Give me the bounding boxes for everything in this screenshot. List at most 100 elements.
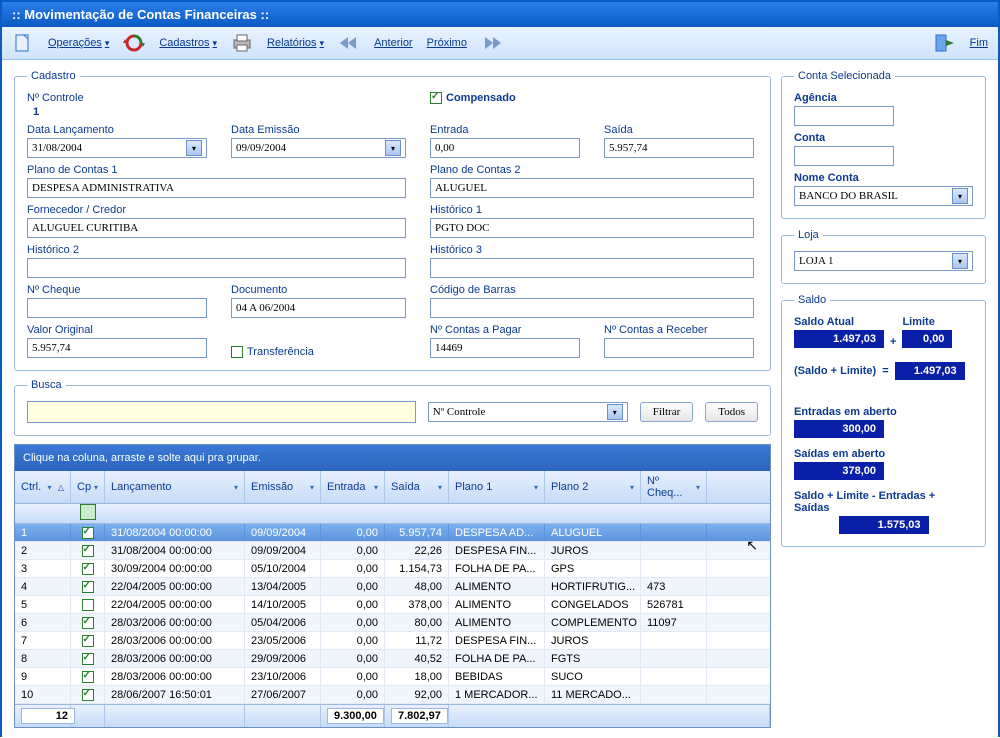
link-proximo[interactable]: Próximo <box>427 37 467 49</box>
menu-cadastros[interactable]: Cadastros <box>159 37 217 49</box>
combo-data-lancamento[interactable]: 31/08/2004▾ <box>27 138 207 158</box>
window-titlebar: :: Movimentação de Contas Financeiras :: <box>2 2 998 27</box>
combo-data-emissao[interactable]: 09/09/2004▾ <box>231 138 406 158</box>
value-controle: 1 <box>33 106 39 118</box>
input-saida[interactable] <box>604 138 754 158</box>
check-icon <box>430 92 442 104</box>
row-checkbox[interactable] <box>82 527 94 539</box>
col-entrada[interactable]: Entrada▾ <box>321 471 385 503</box>
input-hist1[interactable] <box>430 218 754 238</box>
input-barras[interactable] <box>430 298 754 318</box>
label-controle: Nº Controle <box>27 92 406 104</box>
value-saldo-atual: 1.497,03 <box>794 330 884 348</box>
fieldset-busca: Busca Nº Controle▾ Filtrar Todos <box>14 379 771 436</box>
row-checkbox[interactable] <box>82 671 94 683</box>
table-row[interactable]: 928/03/2006 00:00:0023/10/20060,0018,00B… <box>15 668 770 686</box>
link-fim[interactable]: Fim <box>970 37 988 49</box>
col-lancamento[interactable]: Lançamento▾ <box>105 471 245 503</box>
col-plano2[interactable]: Plano 2▾ <box>545 471 641 503</box>
chevron-down-icon: ▾ <box>186 140 202 156</box>
col-ctrl[interactable]: Ctrl.▾ <box>15 471 71 503</box>
table-row[interactable]: 422/04/2005 00:00:0013/04/20050,0048,00A… <box>15 578 770 596</box>
new-icon[interactable] <box>12 32 34 54</box>
col-cheque[interactable]: Nº Cheq...▾ <box>641 471 707 503</box>
input-hist3[interactable] <box>430 258 754 278</box>
value-saldo-limite: 1.497,03 <box>895 362 965 380</box>
row-checkbox[interactable] <box>82 689 94 701</box>
row-checkbox[interactable] <box>82 581 94 593</box>
legend-cadastro: Cadastro <box>27 70 80 82</box>
table-row[interactable]: 728/03/2006 00:00:0023/05/20060,0011,72D… <box>15 632 770 650</box>
value-limite: 0,00 <box>902 330 952 348</box>
table-row[interactable]: 628/03/2006 00:00:0005/04/20060,0080,00A… <box>15 614 770 632</box>
input-entrada[interactable] <box>430 138 580 158</box>
exit-icon[interactable] <box>934 32 956 54</box>
fieldset-cadastro: Cadastro Nº Controle 1 Compensado Data L… <box>14 70 771 371</box>
group-hint[interactable]: Clique na coluna, arraste e solte aqui p… <box>15 445 770 471</box>
value-entradas-aberto: 300,00 <box>794 420 884 438</box>
col-cp[interactable]: Cp▾ <box>71 471 105 503</box>
footer-count: 12 <box>21 708 75 724</box>
input-plano1[interactable] <box>27 178 406 198</box>
row-checkbox[interactable] <box>82 563 94 575</box>
table-row[interactable]: 522/04/2005 00:00:0014/10/20050,00378,00… <box>15 596 770 614</box>
col-plano1[interactable]: Plano 1▾ <box>449 471 545 503</box>
input-plano2[interactable] <box>430 178 754 198</box>
grid-header: Ctrl.▾ Cp▾ Lançamento▾ Emissão▾ Entrada▾… <box>15 471 770 504</box>
row-checkbox[interactable] <box>82 617 94 629</box>
combo-nome-conta[interactable]: BANCO DO BRASIL▾ <box>794 186 973 206</box>
row-checkbox[interactable] <box>82 653 94 665</box>
row-checkbox[interactable] <box>82 599 94 611</box>
value-saidas-aberto: 378,00 <box>794 462 884 480</box>
chevron-down-icon: ▾ <box>385 140 401 156</box>
col-emissao[interactable]: Emissão▾ <box>245 471 321 503</box>
next-icon[interactable] <box>481 32 503 54</box>
row-checkbox[interactable] <box>82 635 94 647</box>
button-todos[interactable]: Todos <box>705 402 758 422</box>
button-filtrar[interactable]: Filtrar <box>640 402 694 422</box>
menu-operacoes[interactable]: Operações <box>48 37 109 49</box>
toolbar: Operações Cadastros Relatórios Anterior … <box>2 27 998 60</box>
combo-busca-campo[interactable]: Nº Controle▾ <box>428 402 628 422</box>
input-conta[interactable] <box>794 146 894 166</box>
input-agencia[interactable] <box>794 106 894 126</box>
menu-relatorios[interactable]: Relatórios <box>267 37 324 49</box>
link-anterior[interactable]: Anterior <box>374 37 413 49</box>
checkbox-transferencia[interactable]: Transferência <box>231 346 406 358</box>
prev-icon[interactable] <box>338 32 360 54</box>
printer-icon[interactable] <box>231 32 253 54</box>
checkbox-compensado[interactable]: Compensado <box>430 92 516 104</box>
table-row[interactable]: 131/08/2004 00:00:0009/09/20040,005.957,… <box>15 524 770 542</box>
footer-saida: 7.802,97 <box>391 708 448 724</box>
fieldset-loja: Loja LOJA 1▾ <box>781 229 986 284</box>
grid-footer: 12 9.300,00 7.802,97 <box>15 704 770 727</box>
data-grid: Clique na coluna, arraste e solte aqui p… <box>14 444 771 728</box>
input-contas-pagar[interactable] <box>430 338 580 358</box>
refresh-icon[interactable] <box>123 32 145 54</box>
chevron-down-icon: ▾ <box>607 404 623 420</box>
input-documento[interactable] <box>231 298 406 318</box>
combo-loja[interactable]: LOJA 1▾ <box>794 251 973 271</box>
table-row[interactable]: 828/03/2006 00:00:0029/09/20060,0040,52F… <box>15 650 770 668</box>
select-all-checkbox[interactable] <box>80 504 96 520</box>
checkbox-icon <box>231 346 243 358</box>
chevron-down-icon: ▾ <box>952 253 968 269</box>
input-fornecedor[interactable] <box>27 218 406 238</box>
grid-body[interactable]: 131/08/2004 00:00:0009/09/20040,005.957,… <box>15 524 770 704</box>
fieldset-conta: Conta Selecionada Agência Conta Nome Con… <box>781 70 986 219</box>
input-contas-receber[interactable] <box>604 338 754 358</box>
search-input[interactable] <box>27 401 416 423</box>
fieldset-saldo: Saldo Saldo Atual 1.497,03 + Limite 0,00… <box>781 294 986 547</box>
table-row[interactable]: 231/08/2004 00:00:0009/09/20040,0022,26D… <box>15 542 770 560</box>
legend-busca: Busca <box>27 379 66 391</box>
input-cheque[interactable] <box>27 298 207 318</box>
table-row[interactable]: 1028/06/2007 16:50:0127/06/20070,0092,00… <box>15 686 770 704</box>
input-hist2[interactable] <box>27 258 406 278</box>
row-checkbox[interactable] <box>82 545 94 557</box>
chevron-down-icon: ▾ <box>952 188 968 204</box>
value-saldo-final: 1.575,03 <box>839 516 929 534</box>
footer-entrada: 9.300,00 <box>327 708 384 724</box>
col-saida[interactable]: Saída▾ <box>385 471 449 503</box>
table-row[interactable]: 330/09/2004 00:00:0005/10/20040,001.154,… <box>15 560 770 578</box>
input-valor[interactable] <box>27 338 207 358</box>
